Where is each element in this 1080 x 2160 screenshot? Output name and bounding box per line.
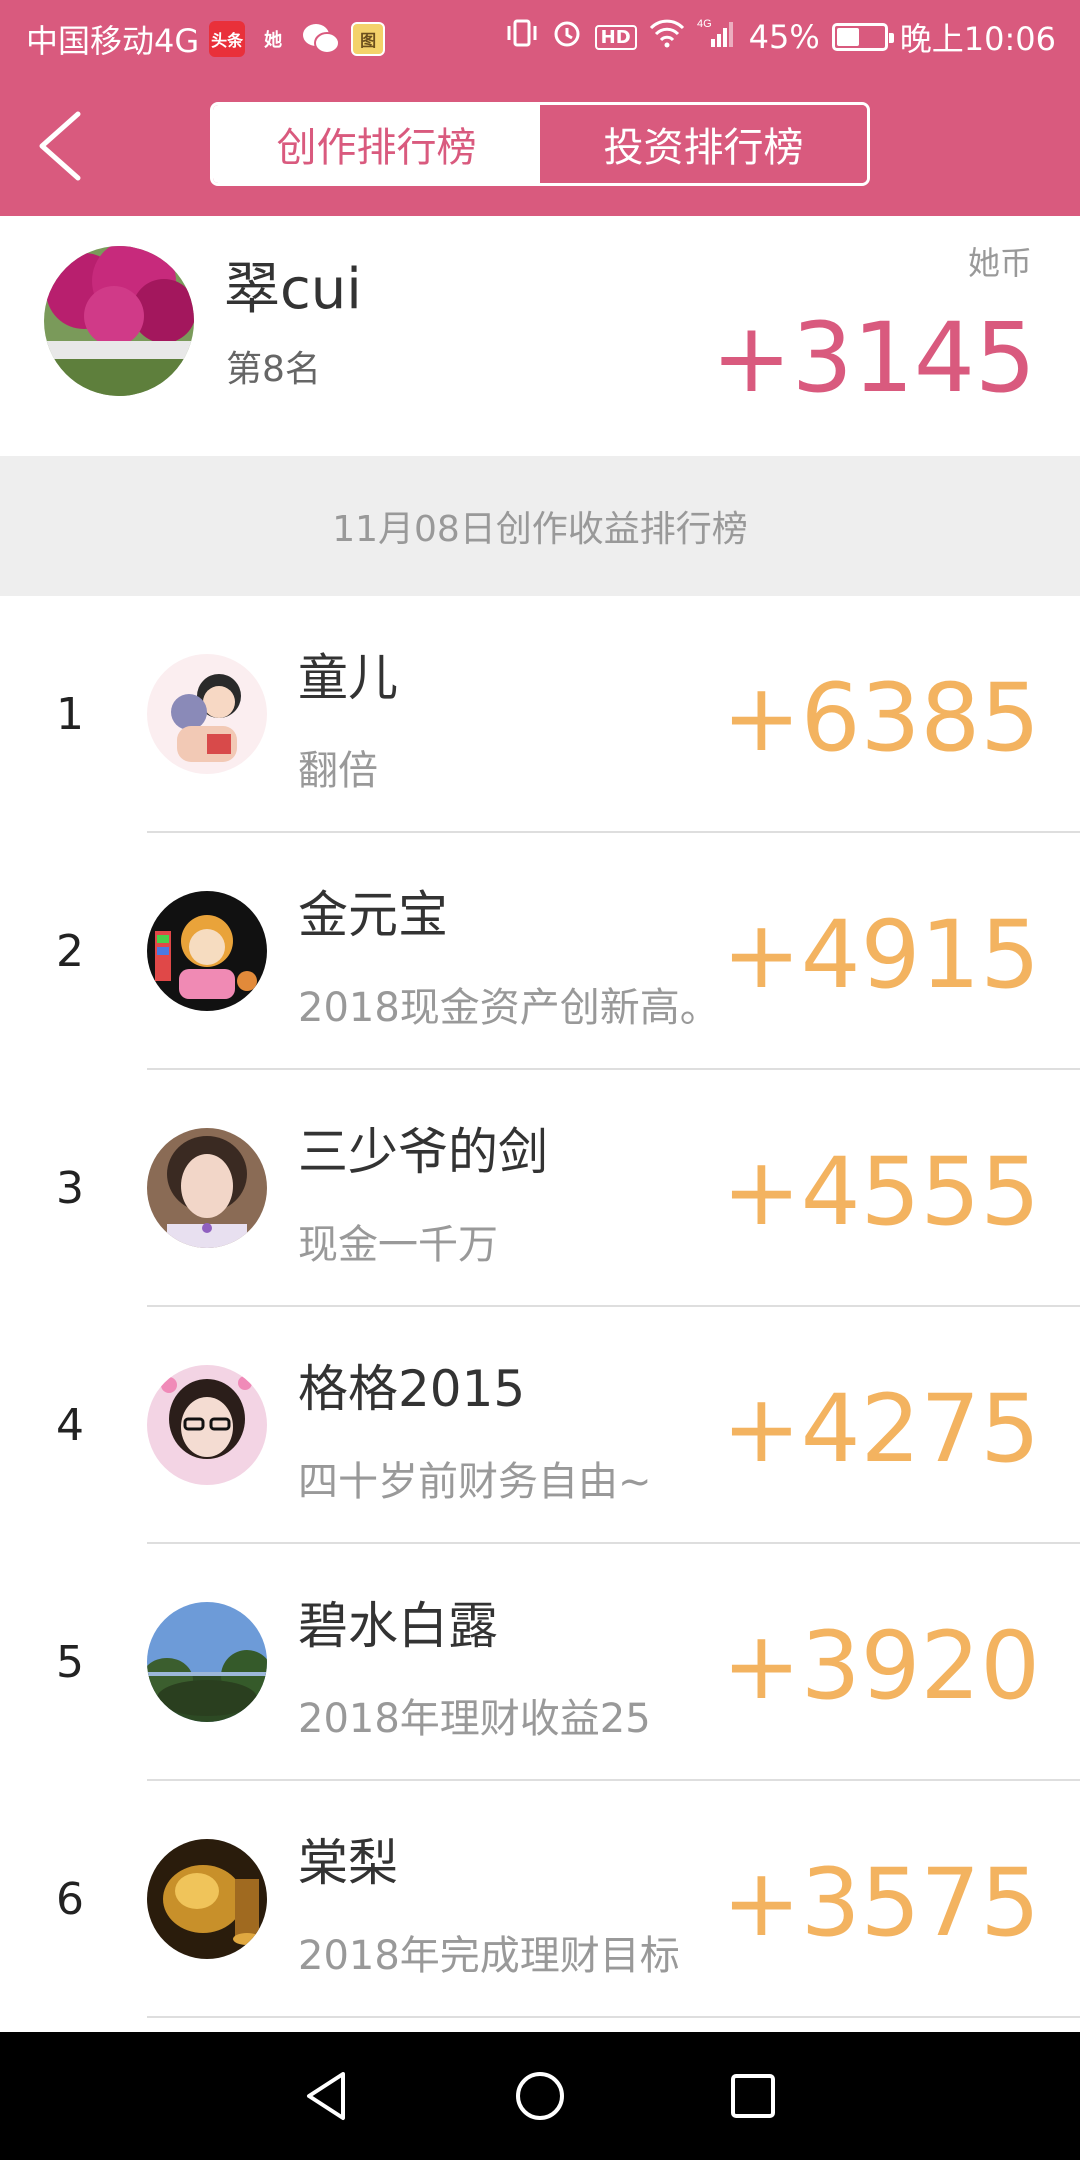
status-bar: 中国移动4G 头条 她 图 HD 4G 45% 晚上10:06 [0,0,1080,72]
avatar[interactable] [147,654,267,774]
list-item[interactable]: 1 童儿 翻倍 +6385 [0,596,1080,833]
avatar[interactable] [147,1839,267,1959]
user-motto: 翻倍 [298,748,378,794]
list-item[interactable]: 6 棠梨 2018年完成理财目标 +3575 [0,1781,1080,2018]
my-score: +3145 [711,302,1036,414]
list-item[interactable]: 2 金元宝 2018现金资产创新高。 +4915 [0,833,1080,1070]
wechat-icon [301,21,341,57]
status-right: HD 4G 45% 晚上10:06 [505,14,1056,60]
home-circle-icon [515,2072,564,2120]
rank-number: 3 [56,1163,84,1214]
hd-icon: HD [594,24,637,50]
wifi-icon [649,18,685,56]
nav-recents-button[interactable] [718,2061,788,2131]
divider [147,2016,1080,2018]
nav-home-button[interactable] [505,2061,575,2131]
back-button[interactable] [26,106,106,186]
alarm-icon [551,17,583,57]
battery-icon [831,23,894,51]
signal-icon: 4G [697,17,737,57]
chevron-left-icon [39,111,81,181]
list-item[interactable]: 3 三少爷的剑 现金一千万 +4555 [0,1070,1080,1307]
system-nav-bar [0,2032,1080,2160]
avatar[interactable] [147,1602,267,1722]
back-triangle-icon [306,2072,345,2120]
misc-app-icon: 图 [351,22,386,56]
user-name: 童儿 [298,649,398,707]
rank-number: 2 [56,926,84,977]
tab-creation-ranking[interactable]: 创作排行榜 [213,105,540,183]
my-rank: 第8名 [226,349,321,390]
rank-number: 5 [56,1637,84,1688]
user-motto: 2018年理财收益25 [298,1696,651,1742]
user-motto: 现金一千万 [298,1222,498,1268]
rank-number: 6 [56,1874,84,1925]
user-motto: 2018现金资产创新高。 [298,985,720,1031]
clock: 晚上10:06 [899,20,1056,58]
my-rank-card: 翠cui 第8名 她币 +3145 [0,216,1080,456]
user-name: 碧水白露 [298,1597,498,1655]
avatar[interactable] [147,891,267,1011]
list-item[interactable]: 5 碧水白露 2018年理财收益25 +3920 [0,1544,1080,1781]
network-label: 4G [697,18,712,30]
list-item[interactable]: 4 格格2015 四十岁前财务自由~ +4275 [0,1307,1080,1544]
user-motto: 2018年完成理财目标 [298,1933,680,1979]
user-score: +4275 [722,1375,1040,1484]
date-banner: 11月08日创作收益排行榜 [0,456,1080,596]
user-name: 棠梨 [298,1834,398,1892]
user-motto: 四十岁前财务自由~ [298,1459,652,1505]
ta-app-icon: 她 [264,30,283,51]
tab-investment-ranking[interactable]: 投资排行榜 [540,105,867,183]
nav-back-button[interactable] [292,2061,362,2131]
coin-label: 她币 [967,244,1032,282]
toutiao-icon: 头条 [209,21,246,57]
user-name: 三少爷的剑 [298,1123,548,1181]
status-left: 中国移动4G 头条 她 图 [26,16,386,62]
vibrate-icon [505,18,539,56]
user-score: +3920 [722,1612,1040,1721]
user-score: +4915 [722,901,1040,1010]
header-bar: 创作排行榜 投资排行榜 [0,72,1080,216]
user-score: +3575 [722,1849,1040,1958]
tab-switch: 创作排行榜 投资排行榜 [210,102,870,186]
user-name: 格格2015 [298,1360,526,1418]
my-avatar[interactable] [44,246,194,396]
user-name: 金元宝 [298,886,448,944]
recents-square-icon [731,2074,776,2118]
user-score: +6385 [722,664,1040,773]
rank-number: 4 [56,1400,84,1451]
battery-fill [836,28,860,46]
user-score: +4555 [722,1138,1040,1247]
rank-number: 1 [56,689,84,740]
ranking-list: 1 童儿 翻倍 +6385 2 金元宝 2018现金资产创新高。 +4915 3… [0,596,1080,2018]
avatar[interactable] [147,1128,267,1248]
avatar[interactable] [147,1365,267,1485]
battery-percent: 45% [748,18,820,56]
carrier-label: 中国移动4G [26,22,200,60]
my-name: 翠cui [224,257,362,322]
